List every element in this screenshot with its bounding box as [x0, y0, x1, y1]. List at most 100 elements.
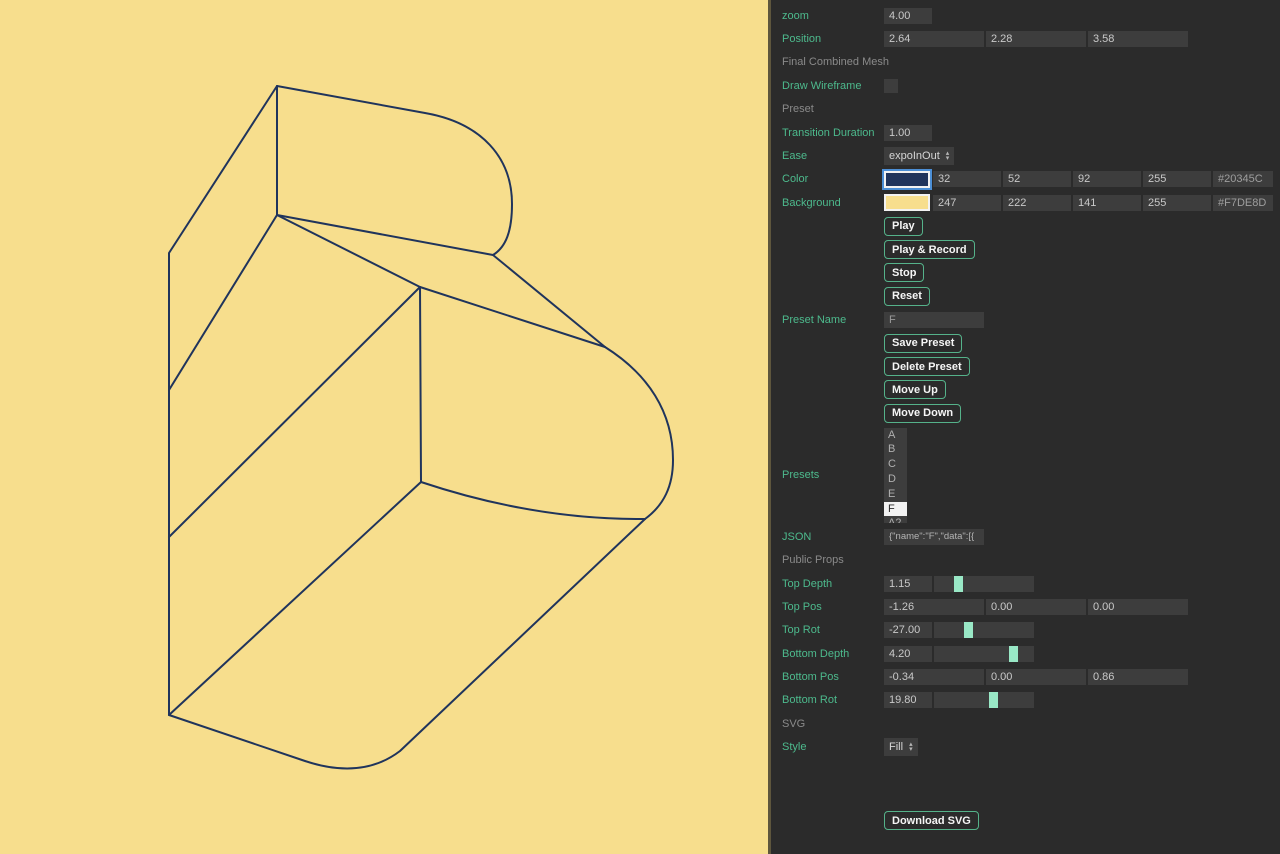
bottom-rot-field[interactable]: 19.80: [884, 692, 932, 708]
letterform-path: [420, 287, 605, 347]
letterform-path: [421, 482, 645, 519]
stop-button[interactable]: Stop: [884, 263, 924, 282]
canvas-viewport[interactable]: [0, 0, 768, 854]
save-preset-button[interactable]: Save Preset: [884, 334, 962, 353]
letterform-path: [277, 215, 493, 255]
top-rot-field[interactable]: -27.00: [884, 622, 932, 638]
top-pos-z-field[interactable]: 0.00: [1088, 599, 1188, 615]
row-stop: Stop: [782, 261, 1280, 284]
position-y-field[interactable]: 2.28: [986, 31, 1086, 47]
letterform-path: [169, 519, 645, 769]
top-depth-slider-handle[interactable]: [954, 576, 963, 592]
color-g-field[interactable]: 52: [1003, 171, 1071, 187]
play-button[interactable]: Play: [884, 217, 923, 236]
preset-option-D[interactable]: D: [884, 472, 907, 487]
preset-header: Preset: [782, 103, 1082, 115]
row-play-record: Play & Record: [782, 238, 1280, 261]
section-preset: Preset: [782, 98, 1280, 121]
background-b-field[interactable]: 141: [1073, 195, 1141, 211]
letterform-path: [420, 287, 421, 482]
row-top-rot: Top Rot -27.00: [782, 619, 1280, 642]
presets-listbox[interactable]: ABCDEFA2: [884, 428, 907, 523]
preset-option-B[interactable]: B: [884, 442, 907, 457]
preset-option-C[interactable]: C: [884, 457, 907, 472]
json-field[interactable]: {"name":"F","data":[{: [884, 529, 984, 545]
row-play: Play: [782, 215, 1280, 238]
row-save-preset: Save Preset: [782, 331, 1280, 354]
bottom-pos-label: Bottom Pos: [782, 671, 884, 683]
top-pos-x-field[interactable]: -1.26: [884, 599, 984, 615]
zoom-value-field[interactable]: 4.00: [884, 8, 932, 24]
row-preset-name: Preset Name F: [782, 308, 1280, 331]
reset-button[interactable]: Reset: [884, 287, 930, 306]
section-public-props: Public Props: [782, 548, 1280, 571]
bottom-pos-x-field[interactable]: -0.34: [884, 669, 984, 685]
preset-name-label: Preset Name: [782, 314, 884, 326]
svg-header: SVG: [782, 718, 1082, 730]
download-svg-button[interactable]: Download SVG: [884, 811, 979, 830]
background-r-field[interactable]: 247: [933, 195, 1001, 211]
style-select-value: Fill: [889, 741, 903, 753]
row-presets: Presets ABCDEFA2: [782, 425, 1280, 525]
letterform-path: [169, 482, 421, 715]
row-move-down: Move Down: [782, 402, 1280, 425]
bottom-pos-y-field[interactable]: 0.00: [986, 669, 1086, 685]
top-depth-slider[interactable]: [934, 576, 1034, 592]
ease-select[interactable]: expoInOut ▴▾: [884, 147, 954, 165]
position-z-field[interactable]: 3.58: [1088, 31, 1188, 47]
row-download-svg: Download SVG: [782, 809, 1280, 832]
row-delete-preset: Delete Preset: [782, 355, 1280, 378]
bottom-rot-slider-handle[interactable]: [989, 692, 998, 708]
letterform-path: [277, 86, 512, 255]
draw-wireframe-checkbox[interactable]: [884, 79, 898, 93]
row-reset: Reset: [782, 285, 1280, 308]
row-top-pos: Top Pos -1.26 0.00 0.00: [782, 595, 1280, 618]
delete-preset-button[interactable]: Delete Preset: [884, 357, 970, 376]
preset-option-F[interactable]: F: [884, 502, 907, 517]
play-record-button[interactable]: Play & Record: [884, 240, 975, 259]
select-spinner-icon: ▴▾: [909, 742, 913, 752]
bottom-depth-field[interactable]: 4.20: [884, 646, 932, 662]
color-b-field[interactable]: 92: [1073, 171, 1141, 187]
row-move-up: Move Up: [782, 378, 1280, 401]
color-swatch[interactable]: [884, 171, 930, 188]
top-rot-slider[interactable]: [934, 622, 1034, 638]
row-draw-wireframe: Draw Wireframe: [782, 74, 1280, 97]
bottom-rot-slider[interactable]: [934, 692, 1034, 708]
color-label: Color: [782, 173, 884, 185]
row-position: Position 2.64 2.28 3.58: [782, 27, 1280, 50]
top-pos-label: Top Pos: [782, 601, 884, 613]
letterform-path: [169, 86, 277, 715]
style-select[interactable]: Fill ▴▾: [884, 738, 918, 756]
preset-option-A[interactable]: A: [884, 428, 907, 443]
color-a-field[interactable]: 255: [1143, 171, 1211, 187]
row-bottom-rot: Bottom Rot 19.80: [782, 689, 1280, 712]
control-panel: zoom 4.00 Position 2.64 2.28 3.58 Final …: [768, 0, 1280, 854]
top-depth-field[interactable]: 1.15: [884, 576, 932, 592]
color-r-field[interactable]: 32: [933, 171, 1001, 187]
ease-select-value: expoInOut: [889, 150, 940, 162]
top-rot-slider-handle[interactable]: [964, 622, 973, 638]
top-rot-label: Top Rot: [782, 624, 884, 636]
bottom-pos-z-field[interactable]: 0.86: [1088, 669, 1188, 685]
position-x-field[interactable]: 2.64: [884, 31, 984, 47]
top-depth-label: Top Depth: [782, 578, 884, 590]
preset-option-A2[interactable]: A2: [884, 516, 907, 522]
background-label: Background: [782, 197, 884, 209]
background-g-field[interactable]: 222: [1003, 195, 1071, 211]
background-hex-field[interactable]: #F7DE8D: [1213, 195, 1273, 211]
letterform-path: [169, 287, 420, 537]
move-down-button[interactable]: Move Down: [884, 404, 961, 423]
section-final-combined-mesh: Final Combined Mesh: [782, 51, 1280, 74]
background-a-field[interactable]: 255: [1143, 195, 1211, 211]
background-swatch[interactable]: [884, 194, 930, 211]
top-pos-y-field[interactable]: 0.00: [986, 599, 1086, 615]
transition-duration-field[interactable]: 1.00: [884, 125, 932, 141]
color-hex-field[interactable]: #20345C: [1213, 171, 1273, 187]
bottom-depth-slider-handle[interactable]: [1009, 646, 1018, 662]
zoom-label: zoom: [782, 10, 884, 22]
move-up-button[interactable]: Move Up: [884, 380, 946, 399]
preset-name-field[interactable]: F: [884, 312, 984, 328]
bottom-depth-slider[interactable]: [934, 646, 1034, 662]
preset-option-E[interactable]: E: [884, 487, 907, 502]
